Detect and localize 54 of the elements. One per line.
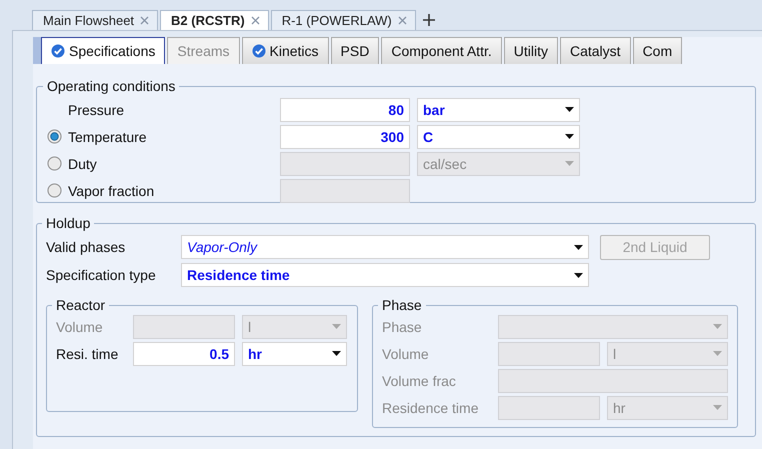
radio-button[interactable] [47, 183, 62, 198]
field-label: Phase [382, 318, 423, 334]
close-icon[interactable] [250, 16, 260, 25]
field-label: Specification type [46, 267, 157, 283]
caret-icon [713, 405, 722, 410]
field-label: Duty [68, 156, 97, 172]
caret-icon [565, 161, 574, 166]
form-tab[interactable]: Catalyst [560, 37, 631, 64]
form-tab[interactable]: Com [632, 37, 682, 64]
close-icon[interactable] [140, 16, 150, 25]
document-tab[interactable]: Main Flowsheet [32, 10, 158, 30]
side-bar [33, 37, 41, 64]
form-tab[interactable]: PSD [330, 37, 380, 64]
group-title: Operating conditions [46, 78, 176, 94]
caret-icon [565, 107, 574, 112]
group-title: Reactor [55, 297, 106, 313]
group-title: Holdup [45, 215, 92, 231]
add-tab-icon[interactable] [422, 13, 436, 27]
field-label: Volume [382, 346, 430, 362]
field-label: Volume frac [382, 372, 457, 388]
close-icon[interactable] [398, 16, 407, 25]
caret-icon [332, 351, 341, 356]
field-label: Pressure [68, 102, 124, 118]
field-label: Temperature [68, 128, 147, 144]
group-title: Phase [381, 297, 423, 313]
field-label: Volume [56, 318, 104, 334]
check-icon [252, 44, 266, 58]
input-field[interactable]: 300 [280, 124, 410, 148]
unit-dropdown[interactable]: hr [242, 342, 347, 366]
unit-dropdown[interactable]: bar [417, 98, 580, 122]
document-tab[interactable]: B2 (RCSTR) [160, 10, 269, 30]
field-label: Valid phases [46, 239, 126, 255]
document-tab[interactable]: R-1 (POWERLAW) [270, 10, 416, 30]
caret-icon [574, 244, 583, 250]
form-tab[interactable]: Component Attr. [381, 37, 502, 64]
field-label: Residence time [382, 400, 480, 416]
phases-dropdown[interactable]: Vapor-Only [181, 235, 589, 259]
caret-icon [713, 351, 722, 356]
caret-icon [574, 272, 583, 278]
input-field[interactable]: 80 [280, 98, 410, 122]
form-tab[interactable]: Specifications [41, 37, 166, 64]
field-label: Vapor fraction [68, 182, 154, 198]
caret-icon [565, 134, 574, 139]
caret-icon [332, 324, 341, 329]
form-tab[interactable]: Kinetics [242, 37, 329, 64]
spec-type-dropdown[interactable]: Residence time [181, 263, 589, 287]
radio-button[interactable] [47, 156, 62, 171]
form-tab[interactable]: Utility [504, 37, 558, 64]
check-icon [51, 44, 65, 58]
radio-button[interactable] [47, 129, 62, 144]
caret-icon [713, 324, 722, 329]
unit-dropdown[interactable]: C [417, 124, 580, 148]
field-label: Resi. time [56, 346, 120, 362]
input-field[interactable]: 0.5 [133, 342, 235, 366]
